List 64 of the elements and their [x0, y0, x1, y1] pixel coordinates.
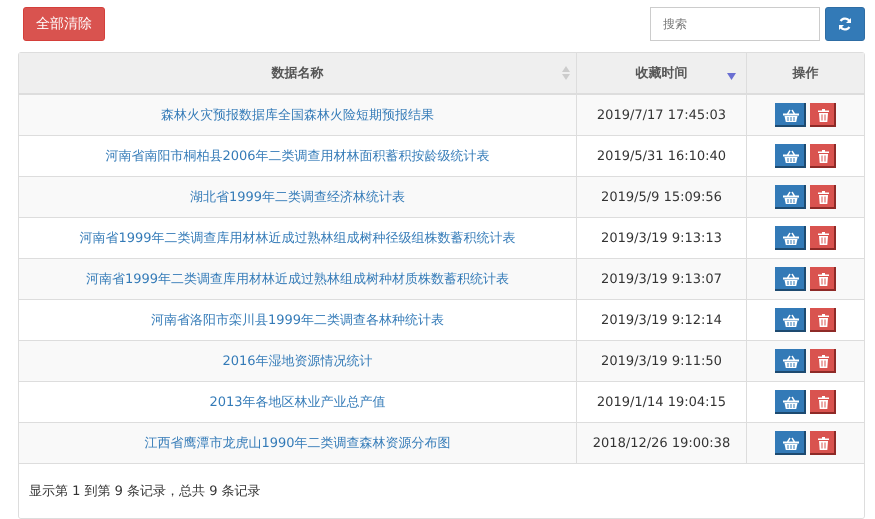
column-header[interactable]: 数据名称 — [19, 53, 577, 93]
trash-icon — [818, 190, 828, 204]
timestamp: 2019/3/19 9:13:13 — [601, 230, 722, 246]
basket-button[interactable] — [775, 103, 806, 127]
trash-icon — [818, 272, 828, 286]
basket-button[interactable] — [775, 431, 806, 455]
dataset-link[interactable]: 河南省南阳市桐柏县2006年二类调查用材林面积蓄积按龄级统计表 — [105, 147, 490, 165]
timestamp: 2019/5/9 15:09:56 — [601, 190, 722, 204]
trash-icon — [818, 108, 828, 122]
trash-icon — [818, 314, 828, 326]
trash-icon — [818, 232, 828, 244]
trash-icon — [818, 150, 828, 162]
dataset-link[interactable]: 2013年各地区林业产业总产值 — [209, 393, 386, 411]
record-count-text: 显示第 1 到第 9 条记录，总共 9 条记录 — [29, 483, 261, 500]
basket-icon — [782, 190, 798, 204]
timestamp: 2018/12/26 19:00:38 — [592, 436, 730, 450]
delete-button[interactable] — [810, 431, 836, 455]
delete-button[interactable] — [810, 390, 836, 414]
basket-button[interactable] — [775, 267, 806, 291]
basket-icon — [782, 314, 798, 326]
timestamp: 2019/5/31 16:10:40 — [596, 148, 726, 164]
delete-button[interactable] — [810, 103, 836, 127]
refresh-button[interactable] — [825, 7, 865, 41]
trash-icon — [818, 396, 828, 408]
basket-button[interactable] — [775, 308, 806, 332]
delete-button[interactable] — [810, 349, 836, 373]
dataset-link[interactable]: 森林火灾预报数据库全国森林火险短期预报结果 — [161, 106, 434, 124]
basket-button[interactable] — [775, 390, 806, 414]
column-header[interactable]: 操作 — [747, 53, 864, 93]
dataset-link[interactable]: 河南省1999年二类调查库用材林近成过熟林组成树种材质株数蓄积统计表 — [86, 270, 510, 288]
basket-icon — [782, 108, 798, 122]
basket-icon — [782, 396, 798, 408]
basket-button[interactable] — [775, 185, 806, 209]
dataset-link[interactable]: 湖北省1999年二类调查经济林统计表 — [190, 188, 406, 206]
basket-button[interactable] — [775, 226, 806, 250]
timestamp: 2019/7/17 17:45:03 — [596, 108, 726, 122]
basket-icon — [782, 354, 798, 368]
basket-button[interactable] — [775, 349, 806, 373]
basket-icon — [782, 436, 798, 450]
timestamp: 2019/3/19 9:13:07 — [601, 272, 722, 286]
column-header[interactable]: 收藏时间 — [577, 53, 747, 93]
clear-all-button[interactable]: 全部清除 — [23, 7, 105, 41]
timestamp: 2019/1/14 19:04:15 — [596, 394, 726, 410]
trash-icon — [818, 436, 828, 450]
sort-descending-icon — [727, 73, 736, 80]
delete-button[interactable] — [810, 226, 836, 250]
basket-button[interactable] — [775, 144, 806, 168]
dataset-link[interactable]: 河南省洛阳市栾川县1999年二类调查各林种统计表 — [150, 311, 444, 329]
basket-icon — [782, 150, 798, 162]
timestamp: 2019/3/19 9:12:14 — [601, 312, 722, 328]
delete-button[interactable] — [810, 308, 836, 332]
basket-icon — [782, 272, 798, 286]
timestamp: 2019/3/19 9:11:50 — [601, 354, 722, 368]
basket-icon — [782, 232, 798, 244]
delete-button[interactable] — [810, 185, 836, 209]
dataset-link[interactable]: 河南省1999年二类调查库用材林近成过熟林组成树种径级组株数蓄积统计表 — [79, 229, 516, 247]
delete-button[interactable] — [810, 144, 836, 168]
trash-icon — [818, 354, 828, 368]
sort-icon — [562, 66, 570, 80]
delete-button[interactable] — [810, 267, 836, 291]
dataset-link[interactable]: 江西省鹰潭市龙虎山1990年二类调查森林资源分布图 — [144, 434, 451, 452]
dataset-link[interactable]: 2016年湿地资源情况统计 — [222, 352, 373, 370]
search-field[interactable]: 搜索 — [650, 7, 820, 41]
refresh-icon — [837, 16, 853, 32]
